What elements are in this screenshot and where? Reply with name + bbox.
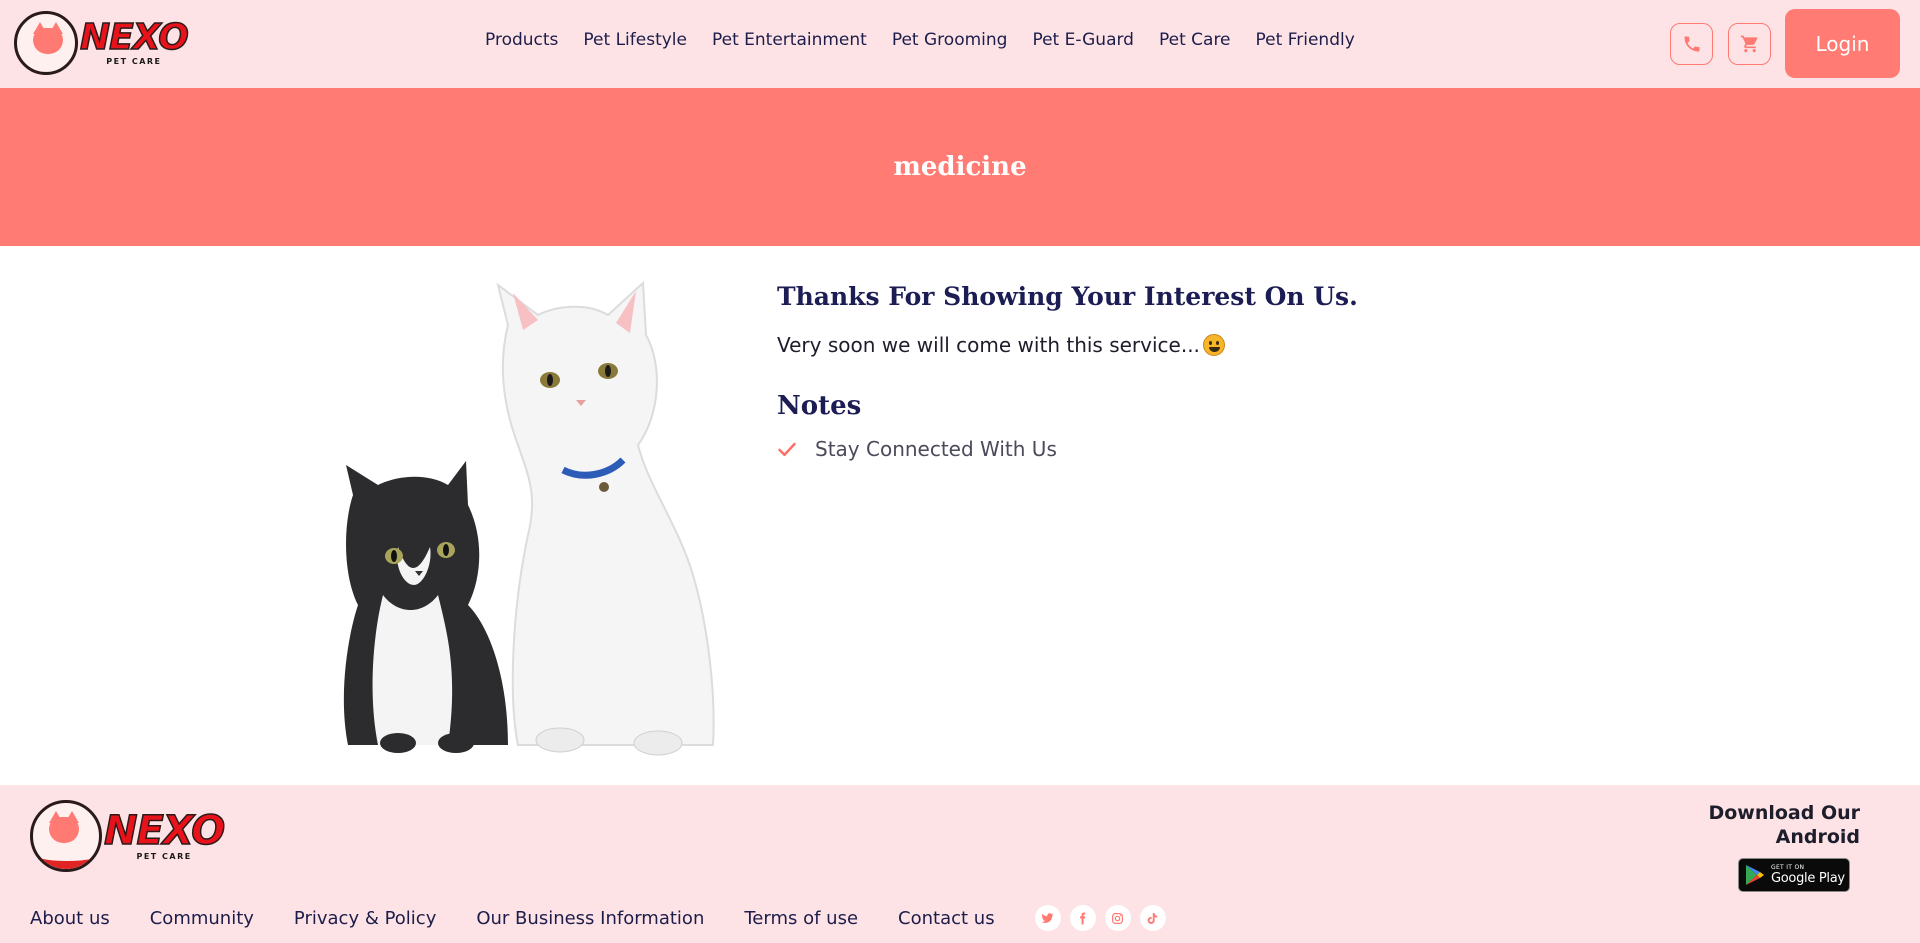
logo-word: NEXO	[79, 17, 189, 58]
grinning-face-icon	[1202, 334, 1225, 356]
google-play-icon	[1746, 865, 1764, 885]
list-item: Stay Connected With Us	[777, 437, 1477, 461]
phone-button[interactable]	[1670, 23, 1713, 65]
twitter-icon	[1041, 912, 1054, 923]
footer-logo[interactable]: NEXO PET CARE	[30, 800, 226, 872]
footer-logo-wordmark: NEXO PET CARE	[103, 808, 226, 861]
facebook-button[interactable]	[1069, 905, 1096, 931]
footer-links: About us Community Privacy & Policy Our …	[30, 905, 1166, 931]
footer-link-contact[interactable]: Contact us	[898, 908, 995, 929]
notes-heading: Notes	[777, 391, 862, 421]
download-heading: Download Our Android	[1708, 801, 1860, 849]
instagram-button[interactable]	[1104, 905, 1131, 931]
check-icon	[778, 442, 796, 457]
facebook-icon	[1080, 912, 1086, 924]
main-nav: Products Pet Lifestyle Pet Entertainment…	[485, 30, 1380, 50]
nav-item-pet-care[interactable]: Pet Care	[1159, 30, 1231, 50]
download-line-2: Android	[1775, 826, 1860, 848]
cat-logo-icon	[30, 800, 102, 872]
cat-logo-icon	[14, 11, 78, 75]
black-cat-illustration	[343, 461, 508, 753]
social-links	[1034, 905, 1166, 931]
page-banner: medicine	[0, 88, 1920, 246]
content-section: Thanks For Showing Your Interest On Us. …	[777, 282, 1477, 461]
nav-item-pet-e-guard[interactable]: Pet E-Guard	[1032, 30, 1134, 50]
coming-soon-message: Very soon we will come with this service…	[777, 333, 1477, 357]
logo-wordmark: NEXO PET CARE	[79, 17, 189, 66]
nav-item-pet-friendly[interactable]: Pet Friendly	[1256, 30, 1355, 50]
download-line-1: Download Our	[1708, 802, 1860, 824]
footer-link-about[interactable]: About us	[30, 908, 110, 929]
footer-link-privacy[interactable]: Privacy & Policy	[294, 908, 436, 929]
footer-link-terms[interactable]: Terms of use	[744, 908, 858, 929]
instagram-icon	[1112, 912, 1124, 924]
logo-word: NEXO	[103, 808, 226, 854]
note-text: Stay Connected With Us	[815, 437, 1057, 461]
footer-link-community[interactable]: Community	[150, 908, 254, 929]
brand-logo[interactable]: NEXO PET CARE	[14, 11, 190, 75]
cart-icon	[1740, 35, 1757, 53]
login-button[interactable]: Login	[1785, 9, 1900, 78]
thanks-heading: Thanks For Showing Your Interest On Us.	[777, 282, 1358, 311]
footer-link-business-info[interactable]: Our Business Information	[476, 908, 704, 929]
nav-item-pet-entertainment[interactable]: Pet Entertainment	[712, 30, 867, 50]
tiktok-button[interactable]	[1139, 905, 1166, 931]
nav-item-pet-lifestyle[interactable]: Pet Lifestyle	[583, 30, 687, 50]
white-cat-illustration	[496, 280, 715, 756]
logo-tagline: PET CARE	[106, 57, 162, 66]
logo-tagline: PET CARE	[136, 852, 192, 861]
tiktok-icon	[1147, 912, 1158, 924]
coming-soon-text: Very soon we will come with this service…	[777, 333, 1200, 357]
site-header: NEXO PET CARE Products Pet Lifestyle Pet…	[0, 0, 1920, 88]
google-play-badge[interactable]: GET IT ON Google Play	[1738, 858, 1850, 892]
phone-icon	[1684, 36, 1699, 52]
twitter-button[interactable]	[1034, 905, 1061, 931]
nav-item-products[interactable]: Products	[485, 30, 558, 50]
gplay-small-text: GET IT ON	[1771, 864, 1805, 871]
cart-button[interactable]	[1728, 23, 1771, 65]
notes-list: Stay Connected With Us	[777, 437, 1477, 461]
two-cats-image	[338, 275, 718, 757]
nav-item-pet-grooming[interactable]: Pet Grooming	[892, 30, 1008, 50]
gplay-big-text: Google Play	[1771, 871, 1845, 886]
page-title: medicine	[893, 152, 1027, 182]
site-footer: NEXO PET CARE Download Our Android GET I…	[0, 785, 1920, 943]
